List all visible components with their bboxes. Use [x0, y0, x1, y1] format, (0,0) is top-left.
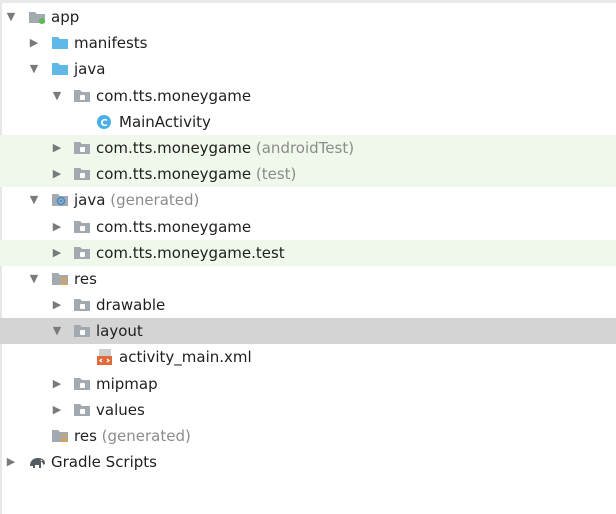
tree-node-label: com.tts.moneygame [96, 217, 252, 236]
class-icon: C [97, 114, 111, 129]
expanded-arrow-icon[interactable]: ▼ [50, 83, 64, 109]
source-set-suffix: (test) [255, 165, 297, 184]
tree-node-activity-main-xml[interactable]: activity_main.xml [0, 344, 616, 370]
tree-node-res[interactable]: ▼ res [0, 266, 616, 292]
tree-node-layout[interactable]: ▼ layout [0, 318, 616, 345]
folder-icon [52, 63, 68, 76]
package-name: com.tts.moneygame [96, 138, 252, 157]
class-badge-letter: C [100, 118, 107, 129]
tree-node-label: drawable [96, 296, 166, 315]
collapsed-arrow-icon[interactable]: ▶ [50, 397, 64, 423]
tree-node-java-generated[interactable]: ▼ java (generated) [0, 187, 616, 213]
tree-node-app[interactable]: ▼ app [0, 4, 616, 30]
tree-node-package-main[interactable]: ▼ com.tts.moneygame [0, 83, 616, 109]
tree-node-label: MainActivity [119, 112, 211, 131]
collapsed-arrow-icon[interactable]: ▶ [50, 214, 64, 240]
tree-node-label: activity_main.xml [119, 348, 252, 367]
tree-node-label: Gradle Scripts [51, 453, 157, 472]
tree-node-gradle-scripts[interactable]: ▶ Gradle Scripts [0, 449, 616, 475]
tree-node-values[interactable]: ▶ values [0, 397, 616, 423]
tree-node-label: com.tts.moneygame (androidTest) [96, 135, 354, 161]
tree-node-package-android-test[interactable]: ▶ com.tts.moneygame (androidTest) [0, 134, 616, 162]
collapsed-arrow-icon[interactable]: ▶ [4, 449, 18, 475]
generated-suffix: (generated) [101, 427, 191, 445]
source-set-suffix: (androidTest) [255, 138, 355, 157]
tree-node-main-activity[interactable]: C MainActivity [0, 109, 616, 135]
collapsed-arrow-icon[interactable]: ▶ [50, 135, 64, 161]
tree-node-label: java [74, 60, 106, 79]
folder-name: res [74, 427, 97, 445]
package-folder-icon [74, 89, 90, 102]
package-name: com.tts.moneygame [96, 165, 252, 184]
collapsed-arrow-icon[interactable]: ▶ [50, 371, 64, 397]
tree-node-drawable[interactable]: ▶ drawable [0, 292, 616, 318]
tree-node-label: com.tts.moneygame (test) [96, 161, 296, 187]
tree-node-manifests[interactable]: ▶ manifests [0, 30, 616, 56]
tree-node-label: mipmap [96, 374, 158, 393]
expanded-arrow-icon[interactable]: ▼ [27, 187, 41, 213]
expanded-arrow-icon[interactable]: ▼ [27, 266, 41, 292]
tree-node-generated-package[interactable]: ▶ com.tts.moneygame [0, 214, 616, 240]
package-folder-icon [74, 141, 90, 154]
folder-name: java [74, 191, 106, 210]
panel-top-border [0, 0, 616, 3]
tree-node-label: manifests [74, 34, 148, 53]
tree-node-mipmap[interactable]: ▶ mipmap [0, 371, 616, 397]
collapsed-arrow-icon[interactable]: ▶ [50, 161, 64, 187]
tree-node-label: res [74, 269, 97, 288]
package-folder-icon [74, 220, 90, 233]
tree-node-label: java (generated) [74, 187, 199, 213]
xml-file-icon [97, 349, 112, 366]
collapsed-arrow-icon[interactable]: ▶ [27, 30, 41, 56]
collapsed-arrow-icon[interactable]: ▶ [50, 292, 64, 318]
collapsed-arrow-icon[interactable]: ▶ [50, 240, 64, 266]
expanded-arrow-icon[interactable]: ▼ [4, 4, 18, 30]
tree-node-label: com.tts.moneygame [96, 86, 252, 105]
tree-node-java[interactable]: ▼ java [0, 56, 616, 82]
resource-folder-icon [52, 430, 68, 442]
package-folder-icon [74, 325, 90, 338]
expanded-arrow-icon[interactable]: ▼ [27, 56, 41, 82]
package-folder-icon [74, 299, 90, 312]
expanded-arrow-icon[interactable]: ▼ [50, 318, 64, 344]
tree-node-label: layout [96, 322, 143, 341]
project-tree[interactable]: ▼ app ▶ manifests ▼ java ▼ com.tts.money… [0, 4, 616, 475]
gradle-elephant-icon [30, 458, 45, 469]
tree-node-label: app [51, 8, 80, 26]
tree-node-label: values [96, 400, 145, 419]
generated-source-icon [52, 194, 68, 207]
package-folder-icon [74, 403, 90, 416]
generated-suffix: (generated) [110, 191, 200, 210]
tree-node-res-generated[interactable]: res (generated) [0, 423, 616, 449]
package-folder-icon [74, 246, 90, 259]
package-folder-icon [74, 168, 90, 181]
tree-node-package-test[interactable]: ▶ com.tts.moneygame (test) [0, 161, 616, 188]
tree-node-label: res (generated) [74, 423, 191, 449]
folder-icon [52, 37, 68, 50]
package-folder-icon [74, 377, 90, 390]
resource-folder-icon [52, 272, 68, 285]
tree-node-label: com.tts.moneygame.test [96, 243, 285, 262]
tree-node-generated-package-test[interactable]: ▶ com.tts.moneygame.test [0, 239, 616, 266]
module-folder-icon [29, 12, 45, 24]
